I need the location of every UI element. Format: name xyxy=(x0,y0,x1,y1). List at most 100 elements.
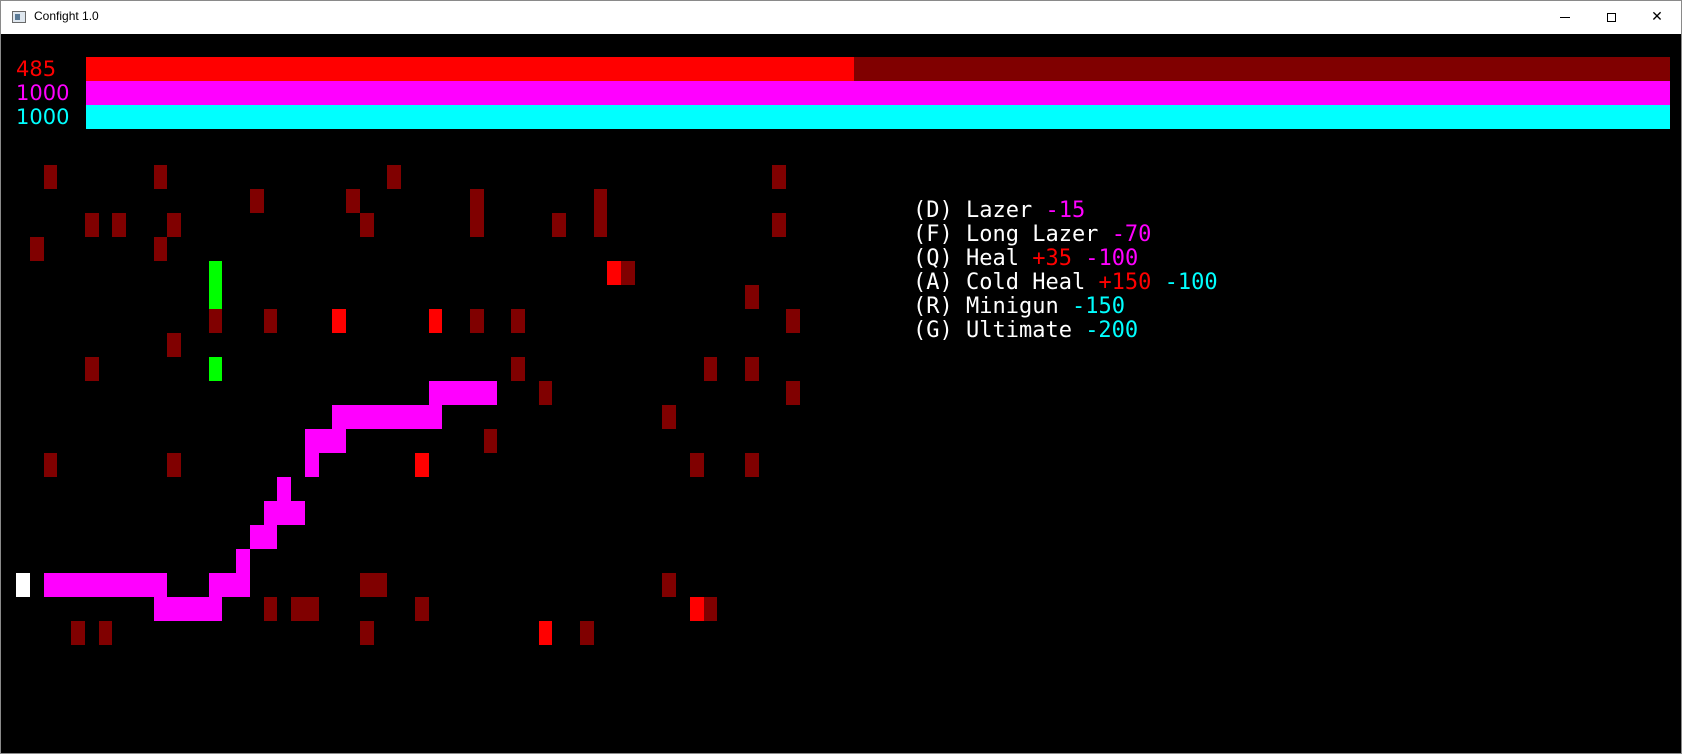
move-row: (G) Ultimate -200 xyxy=(913,319,1218,343)
enemy xyxy=(703,357,718,381)
health-bar-fill xyxy=(86,57,855,81)
close-icon: ✕ xyxy=(1651,9,1663,25)
enemy xyxy=(469,213,484,237)
enemy xyxy=(359,621,374,645)
ally-unit xyxy=(208,285,223,309)
enemy xyxy=(98,621,113,645)
enemy xyxy=(71,621,85,645)
move-name: (Q) Heal xyxy=(913,246,1033,271)
enemy xyxy=(373,573,388,597)
enemy xyxy=(84,213,99,237)
move-cost: +150 xyxy=(1098,270,1152,295)
cold-bar-fill xyxy=(86,105,1670,129)
enemy xyxy=(43,453,58,477)
move-cost: -100 xyxy=(1164,270,1218,295)
mana-bar-fill xyxy=(86,81,1670,105)
move-name: (R) Minigun xyxy=(913,294,1072,319)
enemy xyxy=(772,213,786,237)
enemy xyxy=(786,309,800,333)
enemy xyxy=(469,309,484,333)
enemy xyxy=(689,453,704,477)
enemy xyxy=(304,597,319,621)
enemy xyxy=(167,453,181,477)
enemy xyxy=(593,189,608,213)
enemy xyxy=(387,165,401,189)
minimize-icon xyxy=(1560,16,1570,18)
move-name: (D) Lazer xyxy=(913,198,1046,223)
enemy xyxy=(538,381,553,405)
close-button[interactable]: ✕ xyxy=(1634,1,1680,33)
mana-bar xyxy=(86,81,1670,105)
laser-trail xyxy=(153,597,223,621)
enemy xyxy=(263,309,278,333)
enemy-hit xyxy=(332,309,346,333)
health-value: 485 xyxy=(16,57,57,81)
enemy xyxy=(84,357,99,381)
enemy xyxy=(511,309,525,333)
title-bar[interactable]: Confight 1.0 ✕ xyxy=(1,1,1681,33)
enemy xyxy=(208,309,223,333)
enemy xyxy=(414,597,429,621)
laser-trail xyxy=(43,573,168,597)
ally-unit xyxy=(208,357,223,381)
minimize-button[interactable] xyxy=(1542,1,1588,33)
laser-trail xyxy=(304,429,346,453)
enemy xyxy=(291,597,305,621)
ally-unit xyxy=(208,261,223,285)
move-cost: -70 xyxy=(1111,222,1152,247)
laser-trail xyxy=(332,405,443,429)
maximize-button[interactable] xyxy=(1588,1,1634,33)
enemy xyxy=(744,285,759,309)
move-row: (F) Long Lazer -70 xyxy=(913,223,1218,247)
game-canvas[interactable]: 485 1000 1000 (D) Lazer -15 (F) Long Laze… xyxy=(1,34,1681,753)
cold-bar xyxy=(86,105,1670,129)
enemy xyxy=(662,573,676,597)
enemy xyxy=(483,429,498,453)
enemy-hit xyxy=(538,621,553,645)
game-window: Confight 1.0 ✕ 485 1000 1000 (D) Lazer -… xyxy=(0,0,1682,754)
enemy xyxy=(511,357,525,381)
move-cost xyxy=(1072,246,1085,271)
enemy xyxy=(744,453,759,477)
enemy xyxy=(772,165,786,189)
move-row: (D) Lazer -15 xyxy=(913,199,1218,223)
enemy xyxy=(112,213,126,237)
enemy xyxy=(167,213,181,237)
enemy xyxy=(359,573,374,597)
cold-value: 1000 xyxy=(16,105,70,129)
enemy xyxy=(359,213,374,237)
move-row: (R) Minigun -150 xyxy=(913,295,1218,319)
enemy xyxy=(167,333,181,357)
laser-trail xyxy=(304,453,319,477)
enemy xyxy=(552,213,566,237)
enemy xyxy=(786,381,800,405)
laser-trail xyxy=(277,477,291,501)
enemy xyxy=(346,189,360,213)
enemy xyxy=(593,213,608,237)
move-row: (A) Cold Heal +150 -100 xyxy=(913,271,1218,295)
enemy-hit xyxy=(428,309,443,333)
move-name: (A) Cold Heal xyxy=(913,270,1099,295)
laser-trail xyxy=(236,549,250,573)
enemy xyxy=(153,237,168,261)
move-cost: -150 xyxy=(1071,294,1125,319)
enemy xyxy=(579,621,594,645)
enemy-hit xyxy=(607,261,621,285)
enemy xyxy=(621,261,635,285)
laser-trail xyxy=(263,501,305,525)
enemy xyxy=(153,165,168,189)
moves-list: (D) Lazer -15 (F) Long Lazer -70 (Q) Heal … xyxy=(913,199,1218,343)
enemy xyxy=(744,357,759,381)
maximize-icon xyxy=(1606,12,1616,22)
move-name: (F) Long Lazer xyxy=(913,222,1112,247)
move-cost xyxy=(1151,270,1164,295)
laser-trail xyxy=(249,525,278,549)
enemy xyxy=(662,405,676,429)
player xyxy=(16,573,30,597)
move-cost: -15 xyxy=(1045,198,1086,223)
laser-trail xyxy=(208,573,250,597)
enemy xyxy=(263,597,278,621)
enemy xyxy=(249,189,264,213)
move-cost: -100 xyxy=(1085,246,1139,271)
enemy xyxy=(43,165,58,189)
